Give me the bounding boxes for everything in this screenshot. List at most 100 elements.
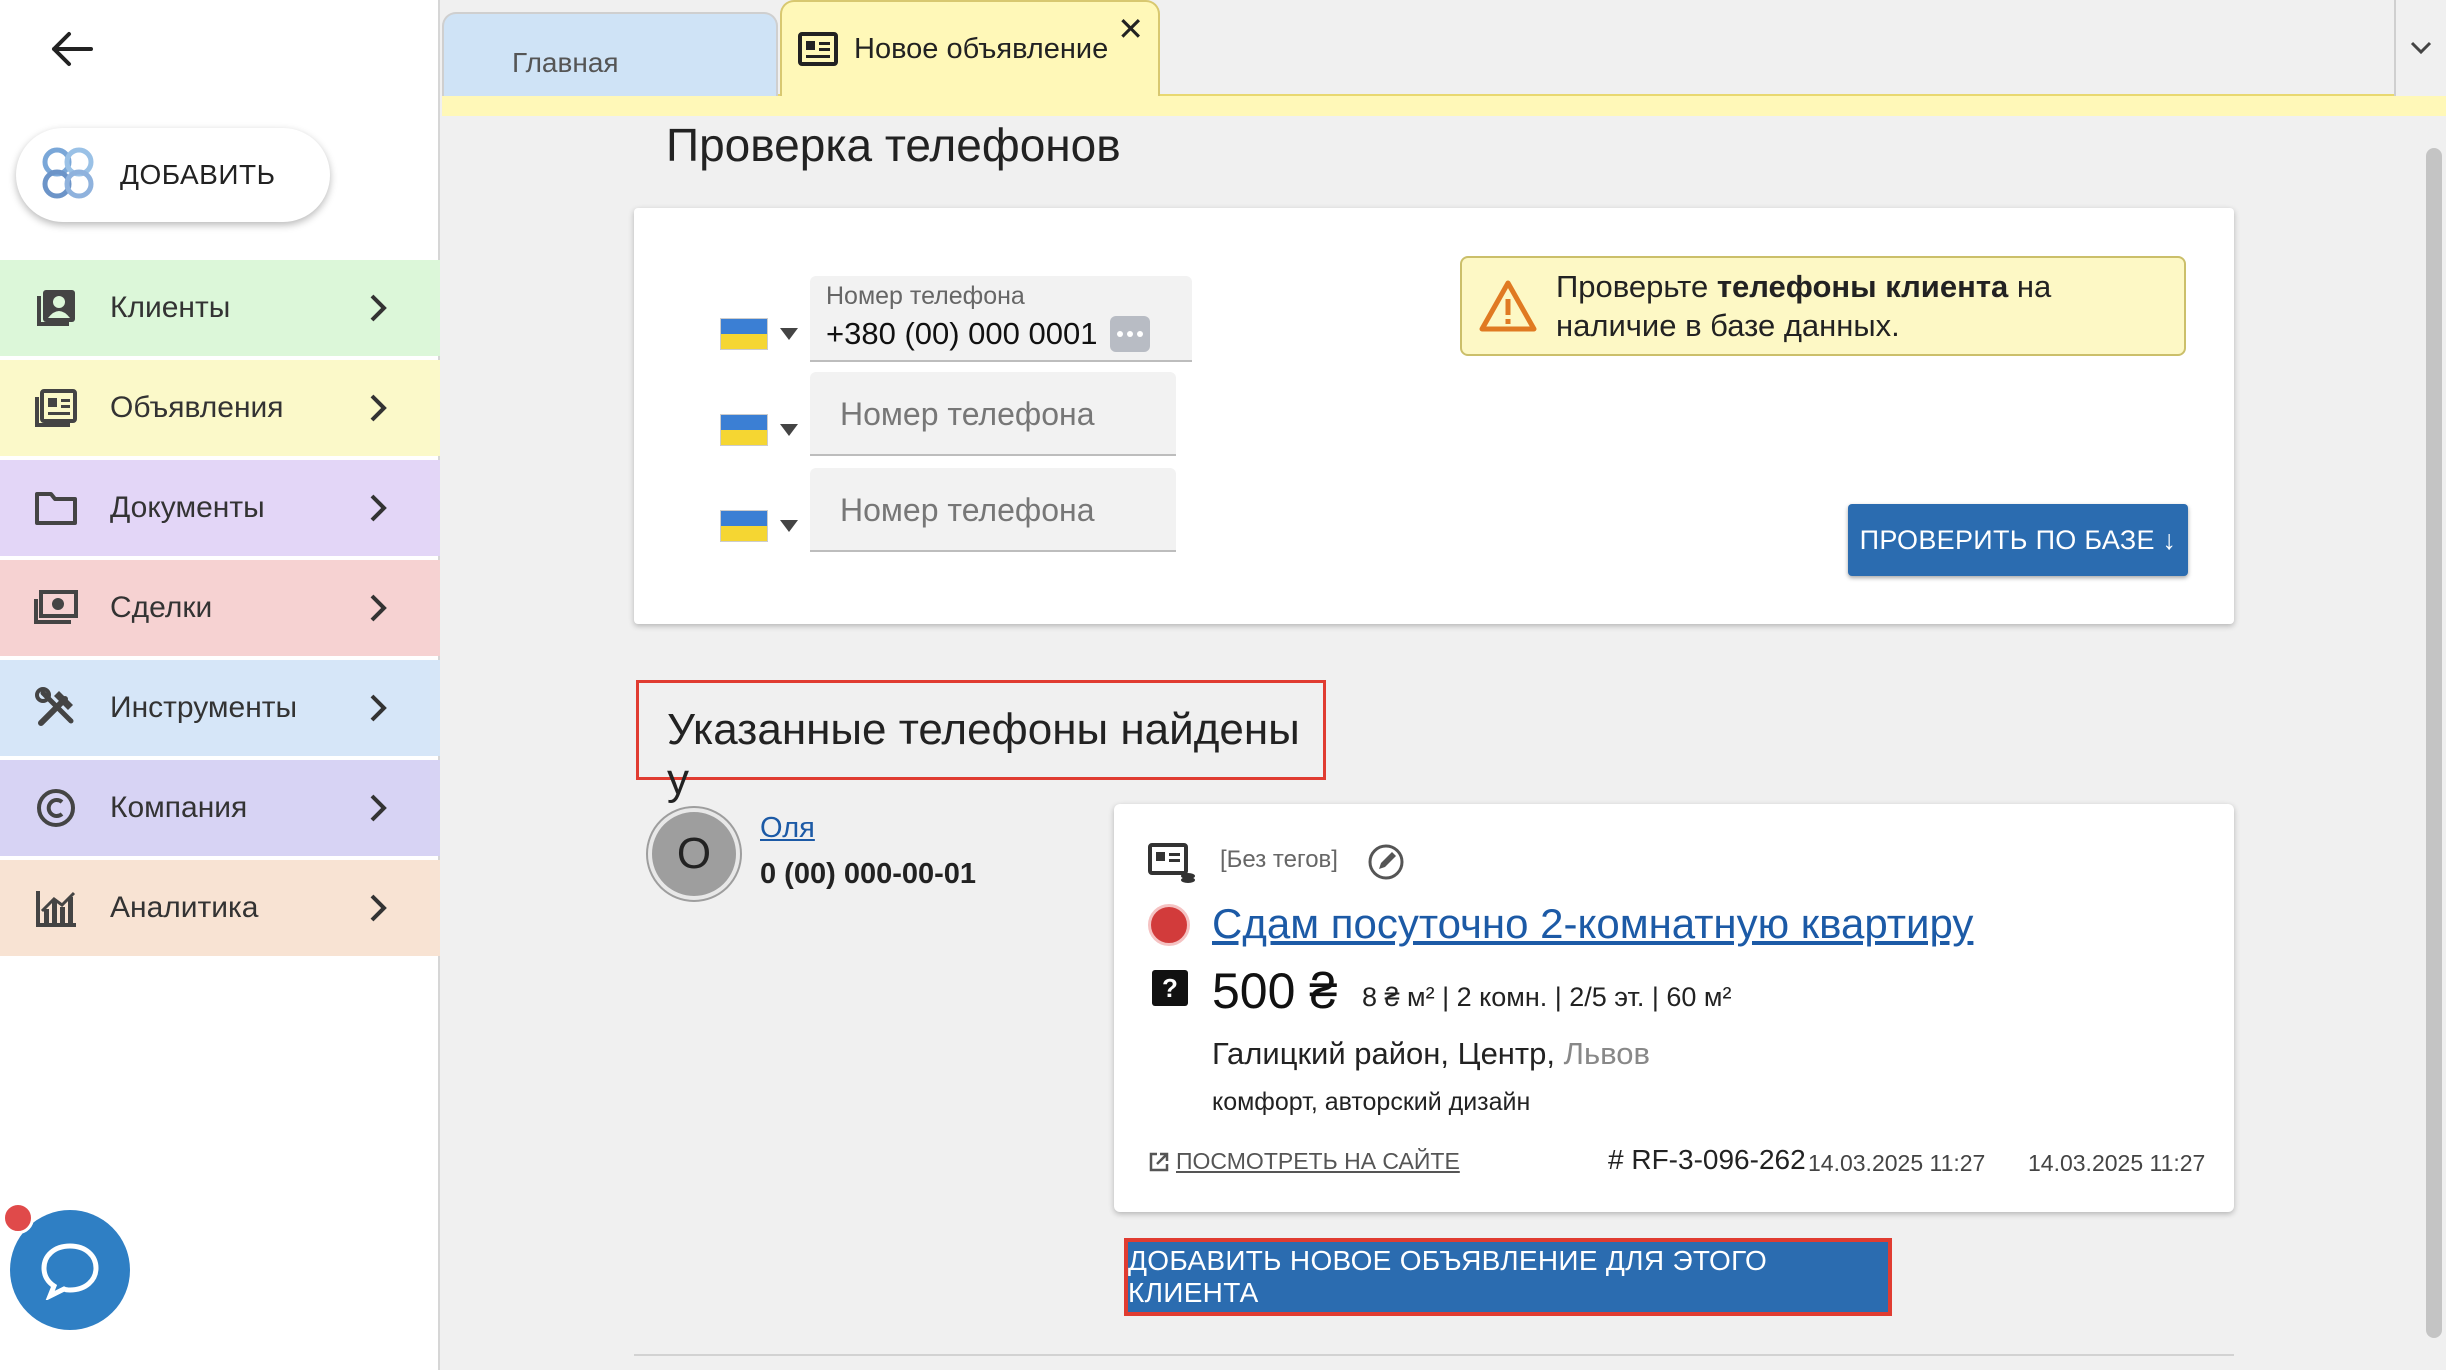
sidebar: ДОБАВИТЬ Клиенты Объявления Документы Сд…	[0, 0, 440, 1370]
tab-strip	[442, 94, 2446, 116]
phone-field-2[interactable]: Номер телефона	[810, 372, 1176, 456]
money-icon	[32, 584, 80, 632]
listing-updated-date: 14.03.2025 11:27	[2028, 1150, 2206, 1176]
check-database-button[interactable]: ПРОВЕРИТЬ ПО БАЗЕ ↓	[1848, 504, 2188, 576]
chevron-right-icon	[370, 594, 387, 622]
status-indicator-icon	[1148, 904, 1190, 946]
chevron-right-icon	[370, 394, 387, 422]
chevron-down-icon	[2410, 41, 2432, 55]
question-icon: ?	[1152, 970, 1188, 1006]
sidebar-nav: Клиенты Объявления Документы Сделки Инст…	[0, 260, 440, 960]
phone-field-value: +380 (00) 000 0001	[826, 316, 1098, 351]
listing-city: Львов	[1563, 1036, 1650, 1071]
sidebar-item-label: Сделки	[110, 591, 213, 624]
listing-location: Галицкий район, Центр, Львов	[1212, 1036, 1650, 1072]
found-section-title: Указанные телефоны найдены у	[636, 680, 1326, 804]
listing-type-icon	[1148, 843, 1195, 883]
tools-icon	[32, 684, 80, 732]
sidebar-item-tools[interactable]: Инструменты	[0, 660, 440, 756]
listing-location-area: Галицкий район, Центр,	[1212, 1036, 1564, 1071]
tab-bar: Главная Новое объявление ✕	[442, 0, 2446, 116]
view-on-site-label: ПОСМОТРЕТЬ НА САЙТЕ	[1176, 1148, 1460, 1174]
listing-created-date: 14.03.2025 11:27	[1808, 1150, 1986, 1176]
warning-text: Проверьте телефоны клиента на наличие в …	[1556, 267, 2051, 345]
add-button[interactable]: ДОБАВИТЬ	[16, 128, 330, 222]
tabs-dropdown-button[interactable]	[2394, 0, 2446, 96]
warning-box: Проверьте телефоны клиента на наличие в …	[1460, 256, 2186, 356]
listing-description: комфорт, авторский дизайн	[1212, 1088, 1531, 1116]
tab-label: Главная	[512, 47, 619, 78]
chevron-right-icon	[370, 894, 387, 922]
clients-icon	[32, 284, 80, 332]
client-phone: 0 (00) 000-00-01	[760, 858, 977, 890]
chevron-right-icon	[370, 694, 387, 722]
main-content: Проверка телефонов Номер телефона +380 (…	[442, 116, 2446, 1370]
sidebar-item-label: Объявления	[110, 391, 284, 424]
ukraine-flag-icon	[720, 414, 768, 446]
sidebar-item-label: Компания	[110, 791, 248, 824]
sidebar-item-deals[interactable]: Сделки	[0, 560, 440, 656]
tab-home[interactable]: Главная	[442, 12, 778, 96]
ukraine-flag-icon	[720, 510, 768, 542]
warning-text-prefix: Проверьте	[1556, 269, 1717, 304]
listing-specs: 8 ₴ м² | 2 комн. | 2/5 эт. | 60 м²	[1362, 982, 1732, 1012]
notification-dot	[2, 1202, 34, 1234]
phone-field-placeholder: Номер телефона	[840, 492, 1095, 528]
phone-field-3[interactable]: Номер телефона	[810, 468, 1176, 552]
ukraine-flag-icon	[720, 318, 768, 350]
sidebar-item-company[interactable]: Компания	[0, 760, 440, 856]
listing-tags: [Без тегов]	[1220, 846, 1338, 873]
external-link-icon	[1149, 1152, 1169, 1171]
scrollbar[interactable]	[2426, 148, 2442, 1338]
avatar: О	[646, 806, 742, 902]
analytics-icon	[32, 884, 80, 932]
sidebar-item-label: Аналитика	[110, 891, 259, 924]
warning-text-bold: телефоны клиента	[1716, 269, 2009, 304]
chat-icon	[41, 1243, 99, 1300]
chevron-right-icon	[370, 294, 387, 322]
page-title: Проверка телефонов	[666, 119, 1121, 171]
listing-price: 500 ₴	[1212, 963, 1338, 1019]
listings-icon	[32, 384, 80, 432]
country-selector[interactable]	[720, 414, 798, 446]
sidebar-item-label: Инструменты	[110, 691, 298, 724]
chevron-right-icon	[370, 494, 387, 522]
client-name-link[interactable]: Оля	[760, 812, 815, 845]
phone-field-placeholder: Номер телефона	[840, 396, 1095, 432]
country-selector[interactable]	[720, 510, 798, 542]
edit-icon[interactable]	[1366, 842, 1406, 882]
tab-label: Новое объявление	[854, 32, 1109, 65]
warning-text-line2: наличие в базе данных.	[1556, 308, 1900, 343]
sidebar-item-label: Клиенты	[110, 291, 231, 324]
tab-new-listing[interactable]: Новое объявление ✕	[780, 0, 1160, 96]
close-icon[interactable]: ✕	[1117, 10, 1144, 48]
warning-text-suffix: на	[2008, 269, 2052, 304]
phone-check-card: Номер телефона +380 (00) 000 0001 Номер …	[634, 208, 2234, 624]
country-selector[interactable]	[720, 318, 798, 350]
add-logo-icon	[38, 143, 98, 208]
phone-field-label: Номер телефона	[826, 282, 1025, 310]
sidebar-item-label: Документы	[110, 491, 265, 524]
sidebar-item-listings[interactable]: Объявления	[0, 360, 440, 456]
sidebar-item-documents[interactable]: Документы	[0, 460, 440, 556]
phone-field-1[interactable]: Номер телефона +380 (00) 000 0001	[810, 276, 1192, 362]
listing-card: [Без тегов] Сдам посуточно 2-комнатную к…	[1114, 804, 2234, 1212]
warning-icon	[1479, 280, 1537, 332]
divider	[634, 1354, 2234, 1356]
chevron-right-icon	[370, 794, 387, 822]
caret-down-icon	[780, 520, 798, 532]
sidebar-item-clients[interactable]: Клиенты	[0, 260, 440, 356]
listing-ref-number: # RF-3-096-262	[1608, 1144, 1806, 1175]
more-dots-icon[interactable]	[1110, 316, 1150, 352]
view-on-site-link[interactable]: ПОСМОТРЕТЬ НА САЙТЕ	[1148, 1148, 1460, 1175]
sidebar-item-analytics[interactable]: Аналитика	[0, 860, 440, 956]
add-button-label: ДОБАВИТЬ	[120, 159, 276, 190]
listing-card-icon	[798, 32, 838, 66]
add-listing-for-client-button[interactable]: ДОБАВИТЬ НОВОЕ ОБЪЯВЛЕНИЕ ДЛЯ ЭТОГО КЛИЕ…	[1124, 1238, 1892, 1316]
back-arrow-icon[interactable]	[44, 22, 98, 76]
folder-icon	[32, 484, 80, 532]
caret-down-icon	[780, 424, 798, 436]
listing-title-link[interactable]: Сдам посуточно 2-комнатную квартиру	[1212, 900, 1973, 948]
copyright-icon	[32, 784, 80, 832]
caret-down-icon	[780, 328, 798, 340]
